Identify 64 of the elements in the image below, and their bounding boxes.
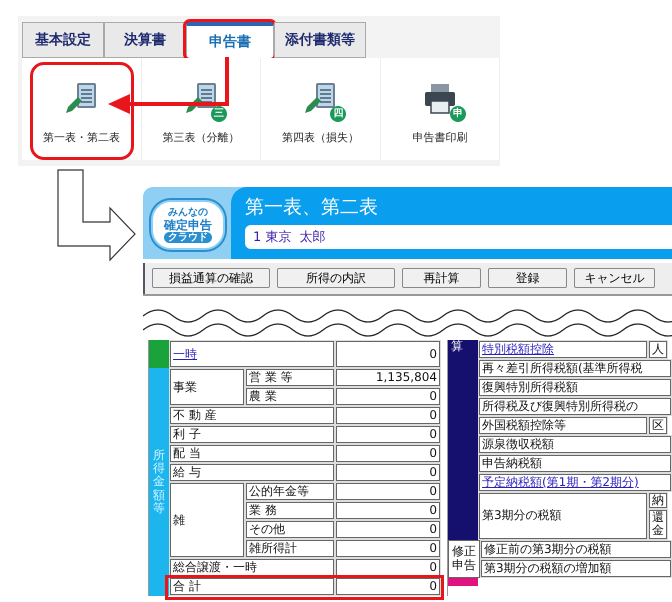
row-label: 復興特別所得税額 — [479, 379, 671, 396]
logo-text: みんなの — [168, 207, 208, 218]
link[interactable]: 特別税額控除 — [479, 341, 647, 358]
ribbon-button[interactable]: 四 第四表（損失） — [261, 58, 380, 160]
table-cell: 0 — [336, 426, 440, 443]
name-field: 1 東京 太郎 — [245, 225, 672, 249]
row-label: 第3期分の税額 — [479, 493, 647, 539]
row-label: 再々差引所得税額(基準所得税 — [479, 360, 671, 377]
row-label: 営 業 等 — [246, 369, 334, 386]
category-label: 修正申告 — [452, 545, 476, 572]
tab[interactable]: 決算書 — [104, 22, 186, 58]
table-cell: 0 — [336, 388, 440, 405]
row-label: 人 — [649, 341, 667, 358]
row-label: 合 計 — [170, 578, 334, 595]
row-label: 還金 — [649, 510, 667, 539]
table-cell: 0 — [336, 483, 440, 500]
row-label: 申告納税額 — [479, 455, 671, 472]
row-label: 公的年金等 — [246, 483, 334, 500]
row-label: その他 — [246, 521, 334, 538]
logo-text: クラウド — [164, 232, 212, 243]
toolbar-button[interactable]: 損益通算の確認 — [152, 268, 270, 288]
table-cell: 0 — [336, 502, 440, 519]
link[interactable]: 予定納税額(第1期・第2期分) — [479, 474, 671, 491]
badge: 三 — [210, 106, 227, 122]
toolbar-button[interactable]: 登録 — [488, 268, 567, 288]
row-label: 納 — [649, 493, 667, 508]
table-cell: 1,135,804 — [336, 369, 440, 386]
window-title: 第一表、第二表 — [245, 195, 379, 220]
row-label: 不 動 産 — [170, 407, 334, 424]
table-cell: 0 — [336, 540, 440, 557]
category-label: 算 — [451, 340, 464, 354]
row-label: 給 与 — [170, 464, 334, 481]
table-cell: 0 — [336, 559, 440, 576]
row-label: 総合譲渡・一時 — [170, 559, 334, 576]
logo-text: 確定申告 — [164, 218, 212, 232]
tab[interactable]: 申告書 — [186, 22, 274, 58]
toolbar-button[interactable]: 所得の内訳 — [277, 268, 395, 288]
row-label: 修正前の第3期分の税額 — [481, 540, 671, 558]
row-label: 業 務 — [246, 502, 334, 519]
row-label: 雑所得計 — [246, 540, 334, 557]
table-cell: 0 — [336, 521, 440, 538]
link[interactable]: 一時 — [170, 341, 334, 367]
row-label: 所得税及び復興特別所得税の — [479, 398, 671, 415]
table-cell: 0 — [336, 445, 440, 462]
tab[interactable]: 基本設定 — [22, 22, 104, 58]
row-label: 第3期分の税額の増加額 — [481, 560, 671, 577]
toolbar-button[interactable]: キャンセル — [574, 268, 655, 288]
row-label: 区 — [649, 417, 667, 434]
badge: 四 — [330, 106, 346, 122]
toolbar-button[interactable]: 再計算 — [402, 268, 481, 288]
row-label: 事業 — [170, 369, 244, 405]
badge: 申 — [450, 106, 466, 122]
row-label: 利 子 — [170, 426, 334, 443]
table-cell: 0 — [336, 464, 440, 481]
row-label: 農 業 — [246, 388, 334, 405]
row-label: 配 当 — [170, 445, 334, 462]
table-cell: 0 — [336, 407, 440, 424]
category-label: 所得金額等 — [153, 449, 165, 515]
table-cell: 0 — [336, 578, 440, 595]
row-label: 雑 — [170, 483, 244, 557]
row-label: 外国税額控除等 — [479, 417, 647, 434]
tab[interactable]: 添付書類等 — [274, 22, 366, 58]
table-cell: 0 — [336, 341, 440, 367]
row-label: 源泉徴収税額 — [479, 436, 671, 453]
